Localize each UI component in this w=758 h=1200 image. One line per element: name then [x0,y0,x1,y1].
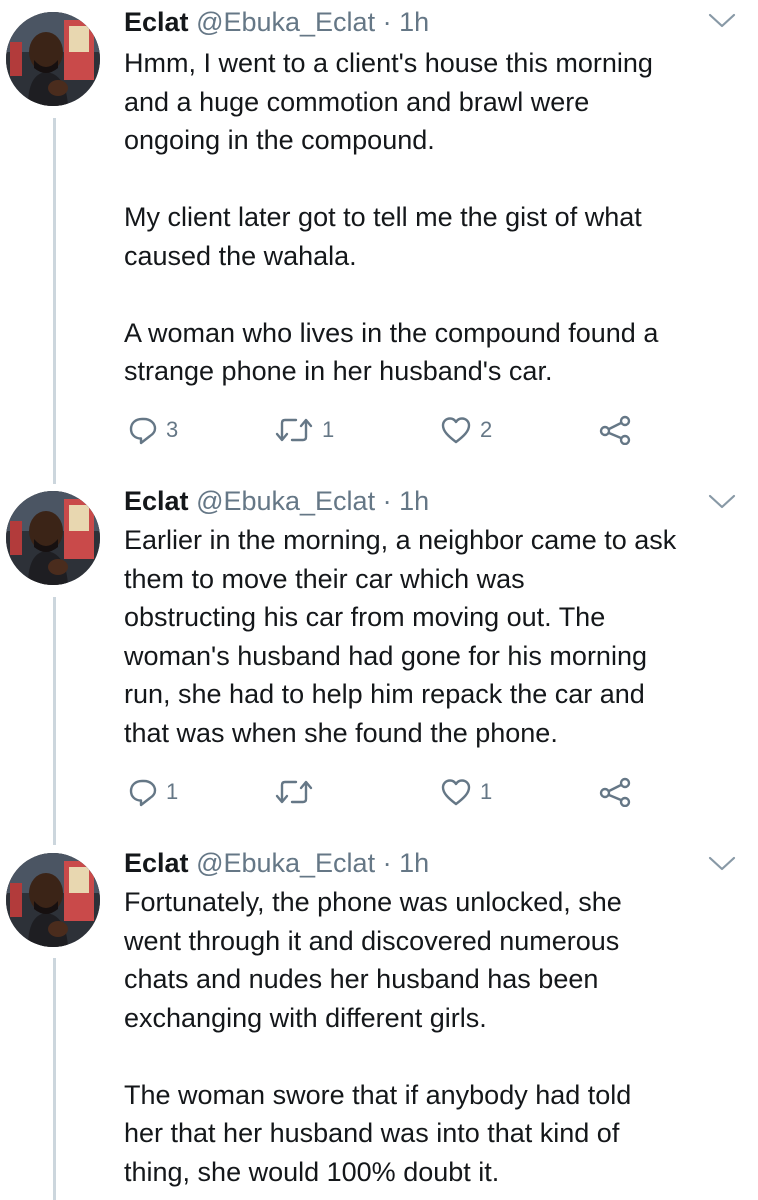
avatar[interactable] [6,12,100,106]
reply-icon [128,777,158,807]
like-button[interactable]: 1 [440,772,492,812]
tweet-header: Eclat @Ebuka_Eclat · 1h [124,843,429,883]
retweet-button[interactable] [274,772,322,812]
avatar[interactable] [6,853,100,947]
tweet-actions: 1 1 [124,772,644,812]
like-count: 2 [480,417,493,442]
tweet-header: Eclat @Ebuka_Eclat · 1h [124,2,429,42]
display-name[interactable]: Eclat [124,486,189,516]
tweet[interactable]: Eclat @Ebuka_Eclat · 1h Hmm, I went to a… [0,0,758,470]
share-button[interactable] [598,772,632,812]
timestamp[interactable]: 1h [399,7,429,37]
reply-icon [128,415,158,445]
user-handle[interactable]: @Ebuka_Eclat [196,486,375,516]
tweet[interactable]: Eclat @Ebuka_Eclat · 1h Earlier in the m… [0,481,758,831]
share-icon [598,777,632,807]
reply-count: 3 [166,417,179,442]
retweet-count: 1 [322,417,335,442]
user-handle[interactable]: @Ebuka_Eclat [196,848,375,878]
tweet-header: Eclat @Ebuka_Eclat · 1h [124,481,429,521]
reply-count: 1 [166,779,179,804]
like-button[interactable]: 2 [440,410,492,450]
avatar[interactable] [6,491,100,585]
separator: · [382,848,392,878]
retweet-button[interactable]: 1 [274,410,334,450]
tweet[interactable]: Eclat @Ebuka_Eclat · 1h Fortunately, the… [0,843,758,1200]
separator: · [382,486,392,516]
tweet-actions: 3 1 2 [124,410,644,450]
timestamp[interactable]: 1h [399,486,429,516]
like-count: 1 [480,779,493,804]
share-icon [598,415,632,445]
tweet-text: Hmm, I went to a client's house this mor… [124,48,659,386]
tweet-text: Earlier in the morning, a neighbor came … [124,525,677,748]
chevron-down-icon[interactable] [708,493,736,516]
retweet-icon [274,777,314,807]
retweet-icon [274,415,314,445]
reply-button[interactable]: 3 [128,410,178,450]
share-button[interactable] [598,410,632,450]
heart-icon [440,415,472,445]
timestamp[interactable]: 1h [399,848,429,878]
display-name[interactable]: Eclat [124,848,189,878]
user-handle[interactable]: @Ebuka_Eclat [196,7,375,37]
display-name[interactable]: Eclat [124,7,189,37]
chevron-down-icon[interactable] [708,12,736,35]
reply-button[interactable]: 1 [128,772,178,812]
tweet-text: Fortunately, the phone was unlocked, she… [124,887,632,1187]
heart-icon [440,777,472,807]
separator: · [382,7,392,37]
chevron-down-icon[interactable] [708,855,736,878]
